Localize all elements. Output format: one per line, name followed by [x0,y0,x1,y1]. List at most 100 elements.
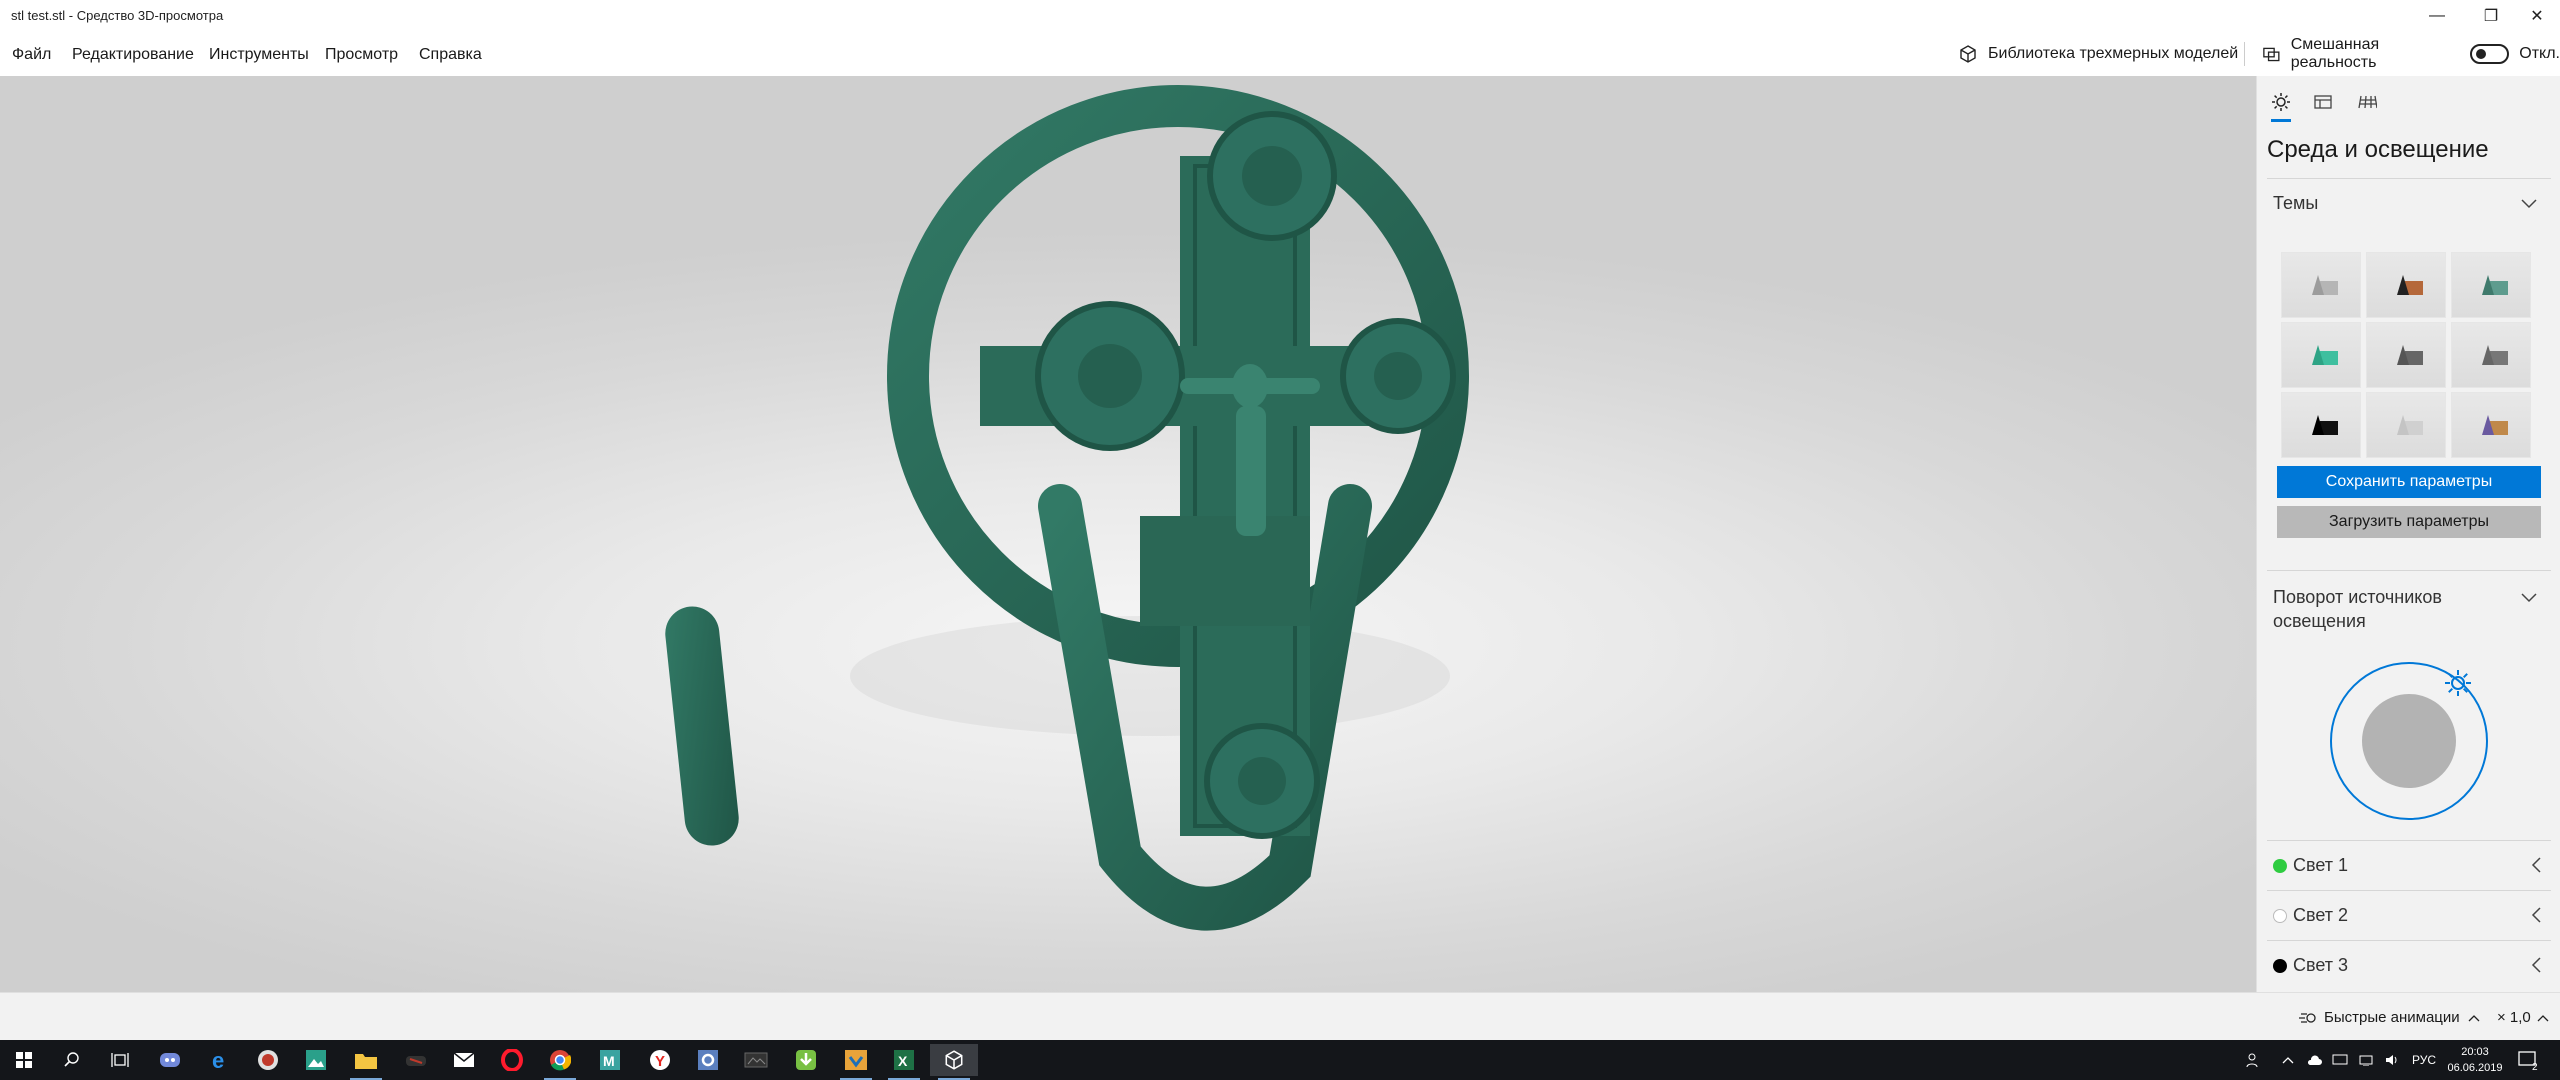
chevron-up-icon[interactable] [2282,1056,2294,1064]
theme-tile[interactable] [2366,322,2446,388]
menu-edit[interactable]: Редактирование [72,46,194,64]
light-rotation-section-header[interactable]: Поворот источников освещения [2267,570,2551,650]
menu-help[interactable]: Справка [419,46,482,64]
taskbar-app-mail[interactable] [440,1044,488,1076]
cloud-icon[interactable] [2306,1054,2322,1066]
people-icon[interactable] [2246,1052,2262,1068]
svg-text:M: M [603,1053,615,1069]
3d-viewport[interactable] [0,76,2256,992]
taskbar: e M Y X РУС 20:03 06.06.2019 2 [0,1040,2560,1080]
window-title: stl test.stl - Средство 3D-просмотра [11,8,224,23]
svg-text:Y: Y [655,1053,665,1070]
themes-grid [2281,252,2535,458]
taskbar-app-settings[interactable] [684,1044,732,1076]
animation-icon [2299,1012,2316,1023]
3d-model[interactable] [0,76,2256,992]
sun-icon [2272,93,2290,111]
library-button[interactable]: Библиотека трехмерных моделей [1958,42,2238,66]
theme-preview-icon [2482,345,2508,365]
theme-preview-icon [2312,345,2338,365]
theme-tile[interactable] [2451,392,2531,458]
menu-view[interactable]: Просмотр [325,46,398,64]
photos-icon [306,1050,326,1070]
light-rotation-label-line2: освещения [2273,611,2366,631]
start-button[interactable] [0,1044,48,1076]
clock[interactable]: 20:03 06.06.2019 [2440,1044,2510,1076]
zoom-label: × 1,0 [2497,1009,2531,1026]
taskbar-app-yandex[interactable]: Y [636,1044,684,1076]
chrome-icon [550,1050,571,1071]
3d-viewer-icon [945,1050,963,1070]
zoom-control[interactable]: × 1,0 [2497,1009,2549,1026]
search-button[interactable] [48,1044,96,1076]
light-3-label: Свет 3 [2293,955,2349,975]
taskbar-app-excel[interactable]: X [880,1044,928,1080]
windows-logo-icon [16,1052,32,1068]
taskbar-app-opera[interactable] [488,1044,536,1076]
light-1-color-dot [2273,859,2287,873]
theme-tile[interactable] [2281,392,2361,458]
mixed-reality-toggle[interactable] [2469,44,2510,64]
mixed-reality-control[interactable]: Смешанная реальность Откл. [2262,36,2560,71]
taskbar-app-edge[interactable]: e [196,1044,244,1076]
taskbar-app-photos[interactable] [292,1044,340,1076]
themes-label: Темы [2273,193,2319,213]
chevron-left-icon [2531,957,2541,973]
light-1-label: Свет 1 [2293,855,2349,875]
taskbar-app-discord[interactable] [146,1044,194,1076]
load-settings-button[interactable]: Загрузить параметры [2277,506,2541,538]
taskbar-app-chrome[interactable] [536,1044,584,1080]
svg-text:e: e [212,1049,224,1071]
taskbar-app-pinned[interactable] [832,1044,880,1080]
taskbar-app-torrent[interactable] [782,1044,830,1076]
toggle-state-label: Откл. [2519,45,2560,62]
tab-environment[interactable] [2265,86,2297,122]
close-button[interactable]: ✕ [2514,0,2560,32]
gear-icon [698,1050,718,1070]
menu-file[interactable]: Файл [12,46,51,64]
light-2-label: Свет 2 [2293,905,2349,925]
display-icon[interactable] [2332,1054,2348,1066]
theme-tile[interactable] [2281,252,2361,318]
task-view-button[interactable] [96,1044,144,1076]
system-tray: РУС [2246,1040,2436,1080]
taskbar-app-screenshot[interactable] [732,1044,780,1076]
volume-icon[interactable] [2384,1053,2400,1067]
taskbar-app-cad[interactable]: M [586,1044,634,1076]
taskbar-app-3d-viewer[interactable] [930,1044,978,1080]
menu-tools[interactable]: Инструменты [209,46,309,64]
stats-icon [2314,95,2332,109]
theme-tile[interactable] [2451,252,2531,318]
theme-tile[interactable] [2451,322,2531,388]
tab-grid[interactable] [2351,86,2383,118]
notification-center-button[interactable]: 2 [2518,1040,2538,1080]
theme-tile[interactable] [2281,322,2361,388]
light-1-row[interactable]: Свет 1 [2267,840,2551,890]
theme-preview-icon [2397,345,2423,365]
save-settings-button[interactable]: Сохранить параметры [2277,466,2541,498]
theme-preview-icon [2312,415,2338,435]
light-3-row[interactable]: Свет 3 [2267,940,2551,990]
theme-preview-icon [2397,275,2423,295]
theme-tile[interactable] [2366,392,2446,458]
environment-panel: Среда и освещение Темы Сохранить парамет… [2256,76,2560,992]
theme-tile[interactable] [2366,252,2446,318]
light-handle-sun-icon[interactable] [2443,668,2473,698]
yandex-browser-icon: Y [650,1050,670,1070]
language-indicator[interactable]: РУС [2412,1053,2436,1067]
taskbar-app-game[interactable] [392,1044,440,1076]
animations-control[interactable]: Быстрые анимации [2298,1009,2480,1026]
restore-button[interactable]: ❐ [2468,0,2514,32]
minimize-button[interactable]: — [2414,0,2460,32]
grid-icon [2358,95,2377,109]
light-rotation-label: Поворот источников освещения [2273,585,2442,633]
tab-stats[interactable] [2307,86,2339,118]
excel-icon: X [894,1050,914,1070]
light-2-row[interactable]: Свет 2 [2267,890,2551,940]
taskbar-app-explorer[interactable] [342,1044,390,1080]
chevron-left-icon [2531,857,2541,873]
search-icon [64,1052,79,1067]
network-icon[interactable] [2358,1054,2374,1066]
taskbar-app-media[interactable] [244,1044,292,1076]
themes-section-header[interactable]: Темы [2267,178,2551,234]
